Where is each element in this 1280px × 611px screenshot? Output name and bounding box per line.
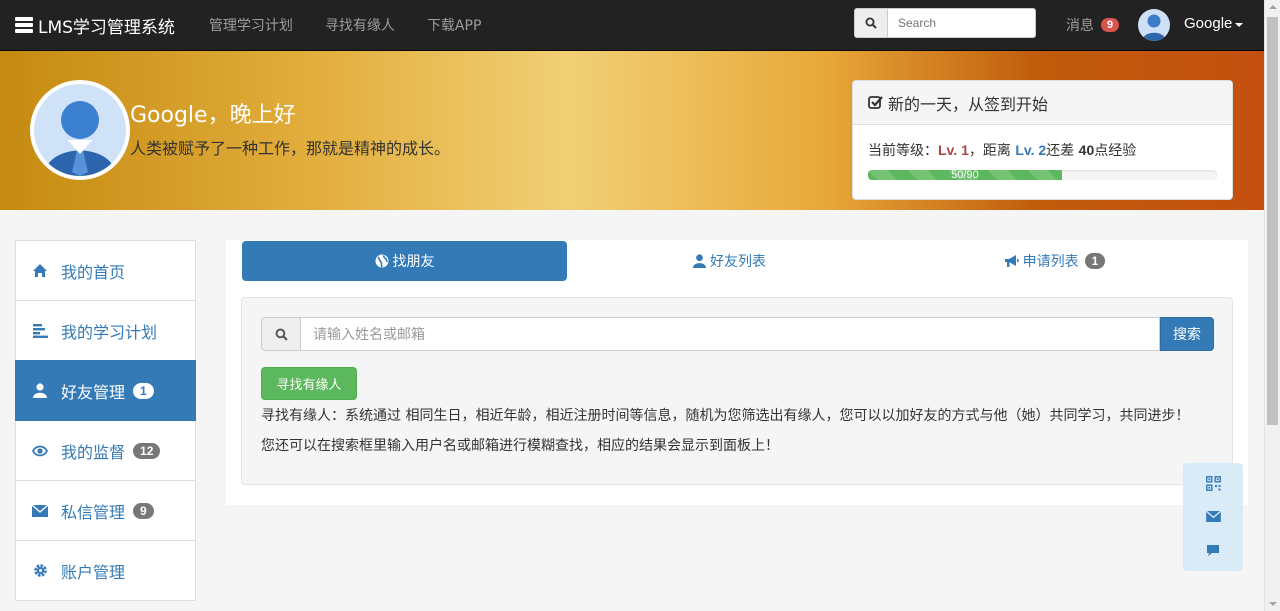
exp-progress-bar: 50/90 (868, 170, 1062, 180)
main-panel: 找朋友 好友列表 申请列表 1 请输入姓名或邮箱 搜索 寻找有缘人 寻找有缘人：… (226, 240, 1248, 505)
tab-label: 找朋友 (392, 254, 435, 270)
friends-badge: 1 (133, 382, 154, 399)
brand-label: LMS学习管理系统 (38, 17, 175, 38)
scroll-thumb[interactable] (1267, 17, 1278, 425)
welcome-banner: Google，晚上好 人类被赋予了一种工作，那就是精神的成长。 新的一天，从签到… (0, 51, 1264, 210)
description-text-1: 寻找有缘人：系统通过 相同生日，相近年龄，相近注册时间等信息，随机为您筛选出有缘… (261, 408, 1190, 424)
sidebar-item-home[interactable]: 我的首页 (15, 240, 196, 301)
messages-badge: 9 (1101, 18, 1120, 32)
supervision-badge: 12 (133, 442, 161, 459)
globe-icon (375, 254, 388, 268)
friend-search-input[interactable]: 请输入姓名或邮箱 (301, 317, 1160, 351)
messages-label: 消息 (1066, 18, 1094, 34)
friend-tabs: 找朋友 好友列表 申请列表 1 (242, 241, 1217, 281)
qrcode-icon[interactable] (1204, 475, 1222, 493)
next-level: Lv. 2 (1015, 142, 1047, 158)
checkin-title: 新的一天，从签到开始 (888, 94, 1049, 114)
find-destined-button[interactable]: 寻找有缘人 (261, 367, 357, 400)
sidebar-item-label: 我的监督 (61, 442, 126, 462)
sidebar-item-account[interactable]: 账户管理 (15, 540, 196, 601)
checkin-body: 当前等级：Lv. 1，距离 Lv. 2还差 40点经验 50/90 (853, 125, 1232, 180)
request-badge: 1 (1084, 253, 1106, 269)
eye-icon (32, 443, 48, 459)
sidebar-item-label: 我的学习计划 (61, 322, 158, 342)
profile-avatar (30, 80, 130, 180)
sidebar-item-supervision[interactable]: 我的监督 12 (15, 420, 196, 481)
messages-badge: 9 (133, 502, 154, 519)
home-icon (32, 263, 48, 279)
sidebar-item-friends[interactable]: 好友管理 1 (15, 360, 196, 421)
nav-link-find[interactable]: 寻找有缘人 (325, 15, 395, 35)
user-name: Google (1184, 15, 1233, 32)
floating-toolbar (1183, 463, 1243, 571)
comment-icon[interactable] (1204, 541, 1222, 559)
user-avatar-icon (44, 101, 116, 176)
nav-search-button[interactable] (854, 8, 888, 38)
top-navbar: LMS学习管理系统 管理学习计划 寻找有缘人 下载APP 消息 9 Google (0, 0, 1264, 51)
brand-icon (15, 17, 33, 33)
sidebar-item-label: 我的首页 (61, 262, 126, 282)
tab-label: 申请列表 (1022, 254, 1079, 270)
nav-link-app[interactable]: 下载APP (427, 15, 481, 35)
nav-messages[interactable]: 消息 9 (1066, 15, 1120, 35)
search-icon (865, 17, 877, 29)
gear-icon (32, 563, 48, 579)
nav-avatar[interactable] (1138, 9, 1170, 41)
user-icon (32, 383, 48, 399)
brand[interactable]: LMS学习管理系统 (15, 13, 175, 38)
nav-links: 管理学习计划 寻找有缘人 下载APP (209, 15, 513, 35)
nav-link-plans[interactable]: 管理学习计划 (209, 15, 293, 35)
friend-search-group: 请输入姓名或邮箱 搜索 (261, 317, 1214, 351)
motto-text: 人类被赋予了一种工作，那就是精神的成长。 (130, 139, 451, 158)
search-icon (275, 328, 288, 341)
exp-progress: 50/90 (868, 170, 1217, 180)
envelope-icon (32, 503, 48, 519)
scroll-down-arrow-icon[interactable] (1269, 602, 1277, 606)
scroll-up-arrow-icon[interactable] (1269, 5, 1277, 9)
exp-needed: 40 (1078, 142, 1095, 158)
tab-label: 好友列表 (710, 254, 766, 270)
checkin-header[interactable]: 新的一天，从签到开始 (853, 81, 1232, 125)
friend-search-button[interactable]: 搜索 (1160, 317, 1214, 351)
page-scrollbar[interactable] (1264, 0, 1280, 611)
sidebar-item-messages[interactable]: 私信管理 9 (15, 480, 196, 541)
bullhorn-icon (1004, 254, 1019, 267)
greeting-text: Google，晚上好 (130, 103, 296, 128)
level-mid2: 还差 (1046, 143, 1079, 159)
list-icon (32, 323, 48, 339)
search-addon (261, 317, 301, 351)
checkin-panel: 新的一天，从签到开始 当前等级：Lv. 1，距离 Lv. 2还差 40点经验 5… (852, 80, 1233, 200)
current-level: Lv. 1 (938, 142, 969, 158)
level-suffix: 点经验 (1094, 143, 1137, 159)
sidebar-item-label: 账户管理 (61, 562, 126, 582)
user-menu[interactable]: Google (1184, 15, 1244, 32)
user-avatar-icon (1142, 14, 1166, 41)
find-friends-panel: 请输入姓名或邮箱 搜索 寻找有缘人 寻找有缘人：系统通过 相同生日，相近年龄，相… (241, 297, 1233, 485)
sidebar-item-label: 私信管理 (61, 502, 126, 522)
level-prefix: 当前等级： (868, 143, 938, 159)
user-icon (693, 254, 706, 268)
tab-find-friends[interactable]: 找朋友 (242, 241, 567, 281)
description-text-2: 您还可以在搜索框里输入用户名或邮箱进行模糊查找，相应的结果会显示到面板上！ (261, 438, 779, 454)
sidebar-item-plans[interactable]: 我的学习计划 (15, 300, 196, 361)
check-square-icon (868, 96, 883, 109)
nav-search (854, 8, 1036, 38)
nav-search-input[interactable] (888, 8, 1036, 38)
level-mid: ，距离 (968, 143, 1016, 159)
envelope-icon[interactable] (1204, 508, 1222, 526)
tab-request-list[interactable]: 申请列表 1 (892, 241, 1217, 281)
sidebar-item-label: 好友管理 (61, 382, 126, 402)
caret-down-icon (1235, 22, 1244, 27)
level-info: 当前等级：Lv. 1，距离 Lv. 2还差 40点经验 (868, 140, 1217, 160)
tab-friend-list[interactable]: 好友列表 (567, 241, 892, 281)
sidebar: 我的首页 我的学习计划 好友管理 1 我的监督 12 私信管理 9 账户管理 (15, 240, 196, 601)
